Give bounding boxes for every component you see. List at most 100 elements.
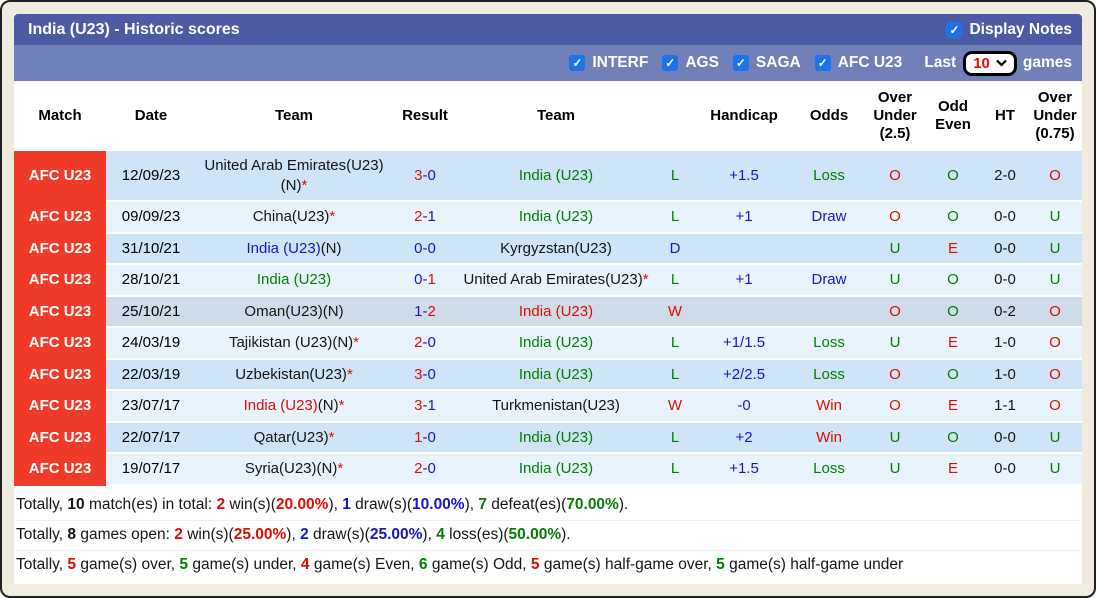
text-segment: 7	[478, 495, 487, 513]
text-segment: Tajikistan (U23)(N)	[228, 334, 354, 351]
text-segment: ),	[464, 495, 479, 513]
odds-cell: Loss	[792, 328, 866, 360]
away-team-cell: United Arab Emirates(U23)*	[458, 265, 654, 297]
over-under-075-cell: U	[1028, 233, 1082, 265]
date-cell: 31/10/21	[106, 233, 196, 265]
wdl-cell: L	[654, 328, 696, 360]
text-segment: 2	[216, 495, 226, 513]
over-under-075-cell: O	[1028, 391, 1082, 423]
checkbox-checked-icon[interactable]: ✓	[946, 21, 963, 38]
over-under-075-cell: U	[1028, 265, 1082, 297]
odd-even-cell: E	[924, 328, 982, 360]
odd-even-cell: O	[924, 359, 982, 391]
text-segment: game(s) over,	[76, 555, 180, 573]
text-segment: Totally,	[16, 525, 68, 543]
text-segment: Oman(U23)(N)	[244, 302, 344, 320]
odd-even-cell: E	[924, 454, 982, 486]
filter-checkbox-item[interactable]: ✓ AGS	[662, 54, 719, 72]
checkbox-checked-icon[interactable]: ✓	[569, 55, 586, 71]
table-body: AFC U23 12/09/23 United Arab Emirates(U23)…	[14, 151, 1082, 486]
text-segment: (N)	[320, 239, 342, 257]
text-segment: 25.00%	[369, 525, 423, 543]
text-segment: China(U23)	[252, 208, 330, 225]
text-segment: India (U23)	[243, 397, 318, 414]
text-segment: 5	[179, 555, 189, 573]
filter-checkbox-item[interactable]: ✓ SAGA	[732, 54, 801, 72]
text-segment: *	[329, 208, 336, 225]
text-segment: 4	[436, 525, 445, 543]
text-segment: Totally,	[16, 555, 68, 573]
half-time-score-cell: 1-0	[982, 328, 1028, 360]
text-segment: India (U23)	[518, 334, 594, 351]
odds-cell	[792, 296, 866, 328]
result-cell: 1-2	[392, 296, 458, 328]
last-games-value: 10	[973, 54, 990, 72]
over-under-25-cell: O	[866, 359, 924, 391]
text-segment: ),	[286, 525, 301, 543]
league-badge: AFC U23	[14, 265, 106, 297]
half-time-score-cell: 0-0	[982, 265, 1028, 297]
odds-cell: Loss	[792, 151, 866, 202]
result-cell: 2-1	[392, 202, 458, 234]
filter-checkbox-item[interactable]: ✓ INTERF	[569, 54, 648, 72]
display-notes-toggle[interactable]: ✓ Display Notes	[946, 21, 1072, 39]
away-team-cell: Turkmenistan(U23)	[458, 391, 654, 423]
handicap-cell: +2/2.5	[696, 359, 792, 391]
text-segment: India (U23)	[246, 239, 321, 257]
home-team-cell: Oman(U23)(N)	[196, 296, 392, 328]
odd-even-cell: O	[924, 202, 982, 234]
half-time-score-cell: 1-0	[982, 359, 1028, 391]
home-team-cell: India (U23)(N)*	[196, 391, 392, 423]
column-header: Over Under (0.75)	[1028, 81, 1082, 151]
checkbox-checked-icon[interactable]: ✓	[662, 55, 679, 71]
table-row: AFC U23 22/03/19 Uzbekistan(U23)* 3-0 India …	[14, 359, 1082, 391]
home-score: 1	[414, 302, 423, 320]
result-cell: 3-0	[392, 151, 458, 202]
text-segment: game(s) half-game under	[724, 555, 904, 573]
league-badge: AFC U23	[14, 391, 106, 423]
wdl-cell: D	[654, 233, 696, 265]
checkbox-checked-icon[interactable]: ✓	[732, 55, 749, 71]
table-row: AFC U23 28/10/21 India (U23) 0-1 United Arab…	[14, 265, 1082, 297]
away-score: 2	[427, 302, 436, 320]
text-segment: Totally,	[16, 495, 68, 513]
last-label: Last	[924, 54, 957, 71]
text-segment: India (U23)	[518, 428, 594, 446]
text-segment: United Arab Emirates(U23)(N)	[204, 157, 384, 194]
wdl-cell: L	[654, 422, 696, 454]
date-cell: 24/03/19	[106, 328, 196, 360]
away-team-cell: India (U23)	[458, 359, 654, 391]
text-segment: game(s) half-game over,	[539, 555, 717, 573]
text-segment: 50.00%	[508, 525, 562, 543]
table-row: AFC U23 23/07/17 India (U23)(N)* 3-1 Turkmen…	[14, 391, 1082, 423]
date-cell: 12/09/23	[106, 151, 196, 202]
home-team-cell: India (U23)	[196, 265, 392, 297]
over-under-075-cell: U	[1028, 202, 1082, 234]
display-notes-label: Display Notes	[969, 20, 1072, 38]
checkbox-checked-icon[interactable]: ✓	[814, 55, 831, 71]
column-header: Result	[392, 81, 458, 151]
column-header: Handicap	[696, 81, 792, 151]
home-team-cell: Uzbekistan(U23)*	[196, 359, 392, 391]
text-segment: ),	[422, 525, 437, 543]
odds-cell: Win	[792, 391, 866, 423]
away-team-cell: India (U23)	[458, 328, 654, 360]
handicap-cell: +1	[696, 265, 792, 297]
table-row: AFC U23 12/09/23 United Arab Emirates(U23)…	[14, 151, 1082, 202]
text-segment: 6	[418, 555, 428, 573]
filter-checkbox-item[interactable]: ✓ AFC U23	[814, 54, 902, 72]
away-team-cell: India (U23)	[458, 454, 654, 486]
odd-even-cell: E	[924, 233, 982, 265]
date-cell: 22/07/17	[106, 422, 196, 454]
over-under-25-cell: O	[866, 391, 924, 423]
chevron-down-icon	[996, 59, 1007, 67]
away-team-cell: India (U23)	[458, 422, 654, 454]
text-segment: 10.00%	[412, 495, 465, 513]
over-under-075-cell: U	[1028, 454, 1082, 486]
away-score: 1	[427, 271, 436, 288]
date-cell: 28/10/21	[106, 265, 196, 297]
screenshot-frame: India (U23) - Historic scores ✓ Display …	[0, 0, 1096, 598]
date-cell: 19/07/17	[106, 454, 196, 486]
last-games-select[interactable]: 10	[963, 50, 1017, 76]
text-segment: 2	[300, 525, 309, 543]
